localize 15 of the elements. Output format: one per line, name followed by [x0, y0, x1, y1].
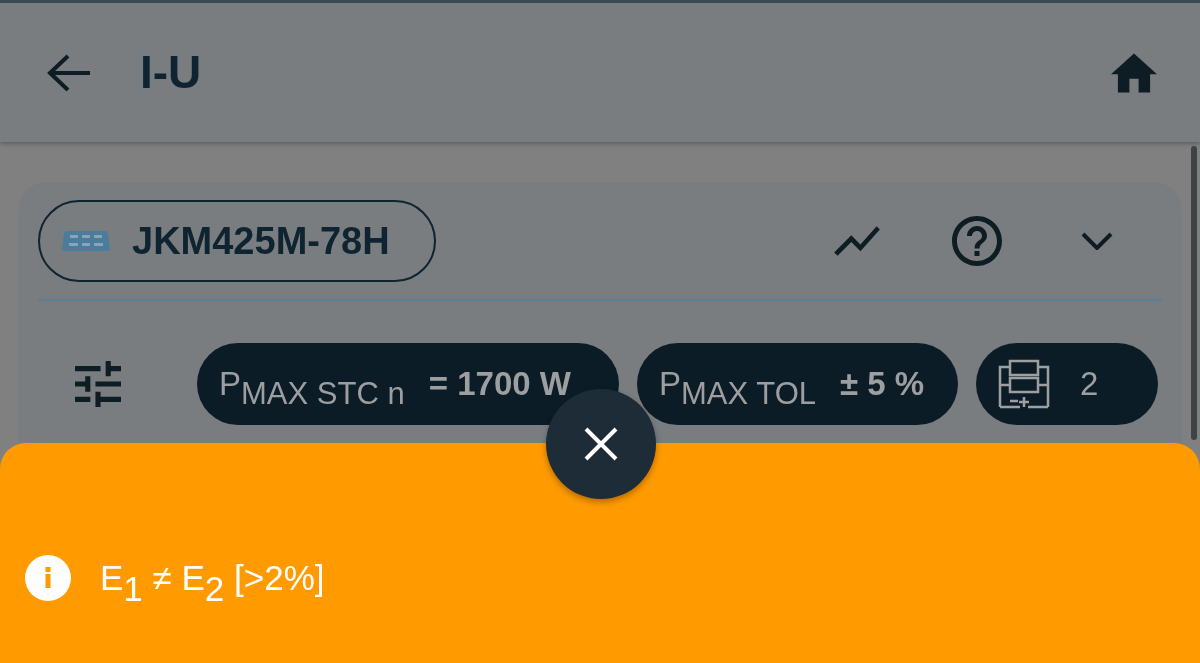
home-icon	[1111, 52, 1157, 93]
page-title: I-U	[140, 45, 202, 100]
help-icon	[952, 216, 1002, 266]
parallel-modules-icon	[998, 359, 1050, 409]
sliders-icon	[75, 361, 121, 407]
chevron-down-icon	[1081, 232, 1113, 250]
string-count-chip[interactable]: 2	[976, 343, 1158, 425]
module-chip[interactable]: JKM425M-78H	[38, 200, 436, 282]
solar-panel-icon	[62, 230, 110, 252]
info-icon	[25, 555, 71, 602]
help-button[interactable]	[952, 216, 1002, 266]
settings-button[interactable]	[74, 360, 122, 408]
back-arrow-icon	[46, 52, 90, 93]
line-chart-icon	[832, 225, 882, 257]
close-icon	[584, 427, 618, 461]
